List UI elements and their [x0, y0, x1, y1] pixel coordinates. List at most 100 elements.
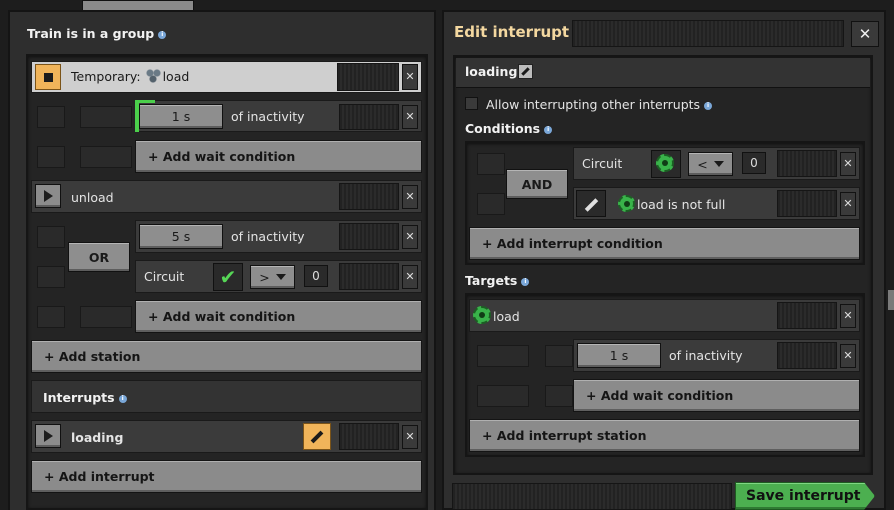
title-drag-area[interactable] [572, 20, 844, 47]
or-toggle-button[interactable]: OR [68, 242, 130, 272]
wait-label: of inactivity [669, 348, 743, 363]
slot [545, 385, 573, 407]
conditions-heading: Conditions i [465, 121, 553, 136]
train-stop-icon [144, 69, 163, 83]
comparator-dropdown[interactable]: > [250, 265, 295, 289]
remove-station-button[interactable]: ✕ [840, 304, 856, 328]
station-name: unload [71, 190, 114, 205]
drag-handle[interactable] [339, 104, 399, 130]
cargo-condition-label: load is not full [637, 197, 726, 212]
remove-condition-button[interactable]: ✕ [840, 152, 856, 176]
pencil-icon [584, 198, 599, 212]
drag-handle[interactable] [339, 263, 399, 290]
slot [37, 306, 65, 328]
train-group-heading: Train is in a group i [27, 26, 167, 41]
rename-button[interactable] [518, 64, 533, 79]
slot [37, 146, 65, 168]
train-signal-icon [656, 154, 674, 172]
slot [477, 345, 529, 367]
slot [80, 306, 132, 328]
circuit-label: Circuit [144, 269, 185, 284]
info-icon: i [118, 394, 127, 403]
slot [80, 146, 132, 168]
info-icon: i [158, 30, 167, 39]
add-station-button[interactable]: + Add station [31, 340, 422, 373]
targets-heading: Targets i [465, 273, 530, 288]
edit-condition-button[interactable] [576, 190, 606, 217]
add-interrupt-button[interactable]: + Add interrupt [31, 460, 422, 493]
remove-condition-button[interactable]: ✕ [402, 225, 418, 249]
drag-handle[interactable] [777, 190, 837, 217]
close-button[interactable]: ✕ [851, 21, 879, 47]
play-icon [43, 430, 53, 442]
slot [37, 226, 65, 248]
circuit-label: Circuit [582, 156, 623, 171]
add-interrupt-station-button[interactable]: + Add interrupt station [469, 419, 860, 452]
train-signal-icon [618, 195, 635, 212]
wait-time-button[interactable]: 1 s [139, 104, 223, 129]
trigger-interrupt-button[interactable] [35, 424, 61, 448]
save-interrupt-button[interactable]: Save interrupt [735, 482, 875, 510]
interrupts-heading: Interrupts i [43, 390, 127, 405]
scrollbar[interactable] [888, 290, 894, 310]
train-signal-icon [473, 306, 491, 324]
slot [545, 345, 573, 367]
drag-handle[interactable] [777, 342, 837, 369]
drag-handle[interactable] [339, 223, 399, 250]
slot [477, 193, 505, 215]
pencil-icon [521, 67, 530, 76]
add-wait-condition-button[interactable]: + Add wait condition [135, 300, 422, 333]
remove-interrupt-button[interactable]: ✕ [402, 425, 418, 449]
interrupt-name: loading [71, 430, 124, 445]
go-to-station-button[interactable] [35, 184, 61, 208]
drag-handle[interactable] [777, 302, 837, 329]
drag-handle[interactable] [337, 63, 399, 91]
wait-time-button[interactable]: 1 s [577, 343, 661, 368]
info-icon: i [544, 125, 553, 134]
play-icon [43, 190, 53, 202]
signal-slot[interactable] [651, 150, 681, 178]
station-name: Temporary: load [71, 69, 190, 84]
remove-condition-button[interactable]: ✕ [840, 192, 856, 216]
dialog-title: Edit interrupt [454, 23, 570, 41]
chevron-down-icon [713, 161, 724, 167]
wait-label: of inactivity [231, 229, 305, 244]
allow-interrupting-checkbox[interactable] [465, 97, 478, 110]
stop-button[interactable] [35, 64, 61, 90]
add-wait-condition-button[interactable]: + Add wait condition [135, 140, 422, 173]
constant-value[interactable]: 0 [742, 152, 766, 174]
selected-marker-top [135, 100, 155, 103]
drag-handle[interactable] [339, 183, 399, 210]
remove-station-button[interactable]: ✕ [402, 64, 418, 90]
constant-value[interactable]: 0 [304, 265, 328, 287]
signal-slot[interactable]: ✔ [213, 263, 243, 291]
allow-interrupting-label: Allow interrupting other interrupts i [486, 97, 713, 112]
drag-handle[interactable] [339, 423, 399, 450]
slot [477, 153, 505, 175]
info-icon: i [704, 101, 713, 110]
edit-interrupt-button[interactable] [303, 423, 331, 450]
drag-handle[interactable] [777, 150, 837, 177]
remove-condition-button[interactable]: ✕ [402, 105, 418, 129]
and-toggle-button[interactable]: AND [506, 169, 568, 199]
remove-condition-button[interactable]: ✕ [402, 265, 418, 289]
slot [477, 385, 529, 407]
interrupt-name-label: loading [465, 64, 518, 79]
footer-drag-area [452, 483, 732, 510]
check-icon: ✔ [219, 265, 237, 289]
target-station-name: load [493, 309, 520, 324]
info-icon: i [521, 277, 530, 286]
chevron-down-icon [275, 274, 286, 280]
pencil-icon [310, 430, 324, 443]
slot [37, 266, 65, 288]
slot [37, 106, 65, 128]
add-wait-condition-button[interactable]: + Add wait condition [573, 379, 860, 412]
wait-label: of inactivity [231, 109, 305, 124]
stop-icon [43, 72, 53, 82]
add-interrupt-condition-button[interactable]: + Add interrupt condition [469, 227, 860, 260]
wait-time-button[interactable]: 5 s [139, 224, 223, 249]
remove-condition-button[interactable]: ✕ [840, 344, 856, 368]
remove-station-button[interactable]: ✕ [402, 185, 418, 209]
slot [80, 106, 132, 128]
comparator-dropdown[interactable]: < [688, 152, 733, 176]
